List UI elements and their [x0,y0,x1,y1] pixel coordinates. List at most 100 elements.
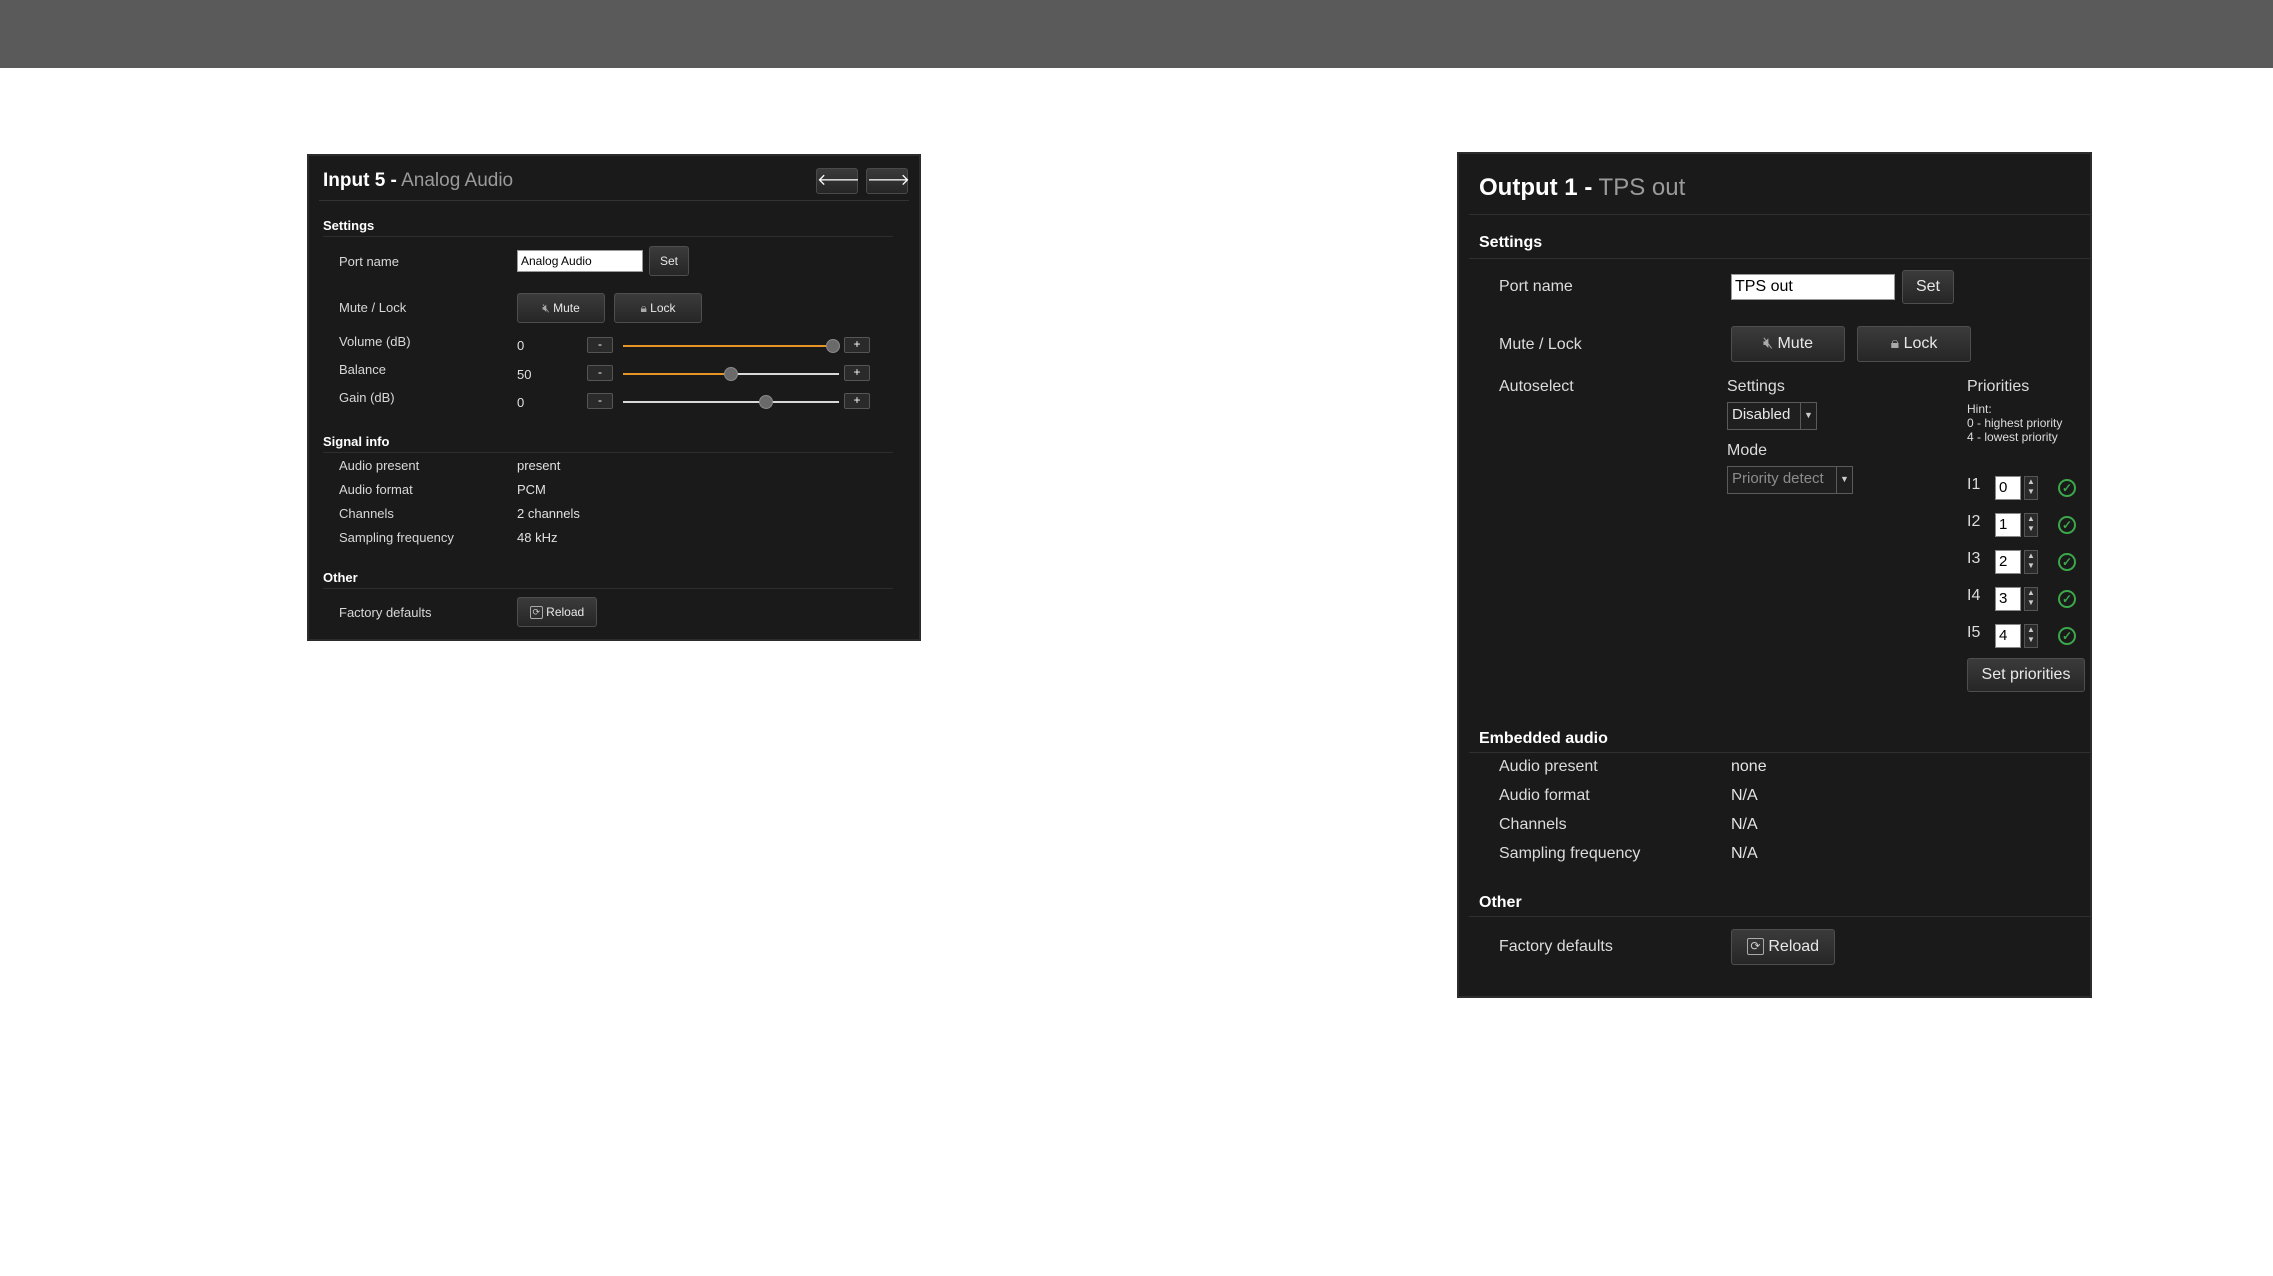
mute-lock-label: Mute / Lock [339,300,407,315]
check-circle-icon: ✓ [2058,516,2076,534]
input-panel-title: Input 5 - Analog Audio [323,170,513,192]
spinner-arrows-icon[interactable]: ▲ ▼ [2024,513,2038,537]
reload-button[interactable]: ⟳ Reload [517,597,597,627]
priority-input-i4[interactable]: 3 [1995,587,2021,611]
title-divider [1469,214,2090,215]
output-title-sub: TPS out [1598,174,1686,201]
set-port-name-button[interactable]: Set [1902,270,1954,304]
gain-knob[interactable] [759,395,773,409]
lock-button[interactable]: 🔒︎ Lock [614,293,702,323]
port-name-input[interactable] [1731,274,1895,300]
hint-title: Hint: [1967,402,1992,416]
check-circle-icon: ✓ [2058,553,2076,571]
mode-select[interactable]: Priority detect ▼ [1727,466,1853,494]
speaker-mute-icon: 🔇︎ [542,301,554,315]
port-name-label: Port name [339,254,399,269]
factory-defaults-label: Factory defaults [339,605,432,620]
gain-label: Gain (dB) [339,390,395,405]
divider [1469,258,2090,259]
priority-input-i3[interactable]: 2 [1995,550,2021,574]
settings-heading: Settings [1479,234,1543,251]
volume-decrease-button[interactable]: - [587,337,613,353]
check-circle-icon: ✓ [2058,479,2076,497]
mode-value: Priority detect [1732,470,1824,487]
audio-present-value: none [1731,758,1767,775]
autoselect-settings-label: Settings [1727,378,1785,395]
gain-track [623,401,839,403]
reload-button[interactable]: ⟳ Reload [1731,929,1835,965]
audio-format-value: PCM [517,482,546,497]
divider [323,236,893,237]
spinner-arrows-icon[interactable]: ▲ ▼ [2024,550,2038,574]
padlock-icon: 🔒︎ [640,301,651,315]
set-priorities-button[interactable]: Set priorities [1967,658,2085,692]
autoselect-settings-select[interactable]: Disabled ▼ [1727,402,1817,430]
balance-slider[interactable] [623,364,839,384]
volume-increase-button[interactable]: + [844,337,870,353]
gain-value: 0 [517,395,525,410]
channels-label: Channels [339,506,394,521]
balance-decrease-button[interactable]: - [587,365,613,381]
priority-input-label: I3 [1967,550,1981,567]
spinner-arrows-icon[interactable]: ▲ ▼ [2024,587,2038,611]
volume-knob[interactable] [826,339,840,353]
autoselect-settings-value: Disabled [1732,406,1791,423]
mute-button[interactable]: 🔇︎ Mute [517,293,605,323]
reload-button-label: Reload [1768,938,1820,955]
spinner-arrows-icon[interactable]: ▲ ▼ [2024,476,2038,500]
reload-icon: ⟳ [1746,938,1764,956]
chevron-down-icon: ▼ [1800,403,1816,429]
hint-highest: 0 - highest priority [1967,416,2063,430]
mute-button[interactable]: 🔇︎ Mute [1731,326,1845,362]
sampling-frequency-label: Sampling frequency [339,530,454,545]
port-name-label: Port name [1499,278,1573,295]
autoselect-label: Autoselect [1499,378,1574,395]
gain-increase-button[interactable]: + [844,393,870,409]
output-panel-title: Output 1 - TPS out [1479,174,1685,202]
channels-value: N/A [1731,816,1758,833]
top-bar [0,0,2273,68]
balance-knob[interactable] [724,367,738,381]
divider [1469,916,2090,917]
audio-present-value: present [517,458,561,473]
volume-slider[interactable] [623,336,840,356]
title-divider [319,200,909,201]
other-heading: Other [1479,894,1522,911]
balance-fill [623,373,731,375]
speaker-mute-icon: 🔇︎ [1762,335,1778,352]
balance-increase-button[interactable]: + [844,365,870,381]
input-title-sub: Analog Audio [401,170,514,191]
gain-slider[interactable] [623,392,839,412]
audio-format-label: Audio format [1499,787,1590,804]
arrow-right-icon: 🡒 [867,172,910,189]
arrow-left-icon: 🡐 [817,172,860,189]
mute-button-label: Mute [1777,335,1814,352]
gain-decrease-button[interactable]: - [587,393,613,409]
output-panel: Output 1 - TPS out Settings Port name Se… [1457,152,2092,998]
mute-lock-label: Mute / Lock [1499,336,1582,353]
next-input-button[interactable]: 🡒 [866,168,910,194]
divider [323,452,893,453]
priority-input-i2[interactable]: 1 [1995,513,2021,537]
factory-defaults-label: Factory defaults [1499,938,1613,955]
mute-button-label: Mute [553,301,580,315]
audio-present-label: Audio present [339,458,420,473]
embedded-audio-heading: Embedded audio [1479,730,1608,747]
divider [323,588,893,589]
divider [1469,752,2090,753]
port-name-input[interactable] [517,250,643,272]
priorities-label: Priorities [1967,378,2030,395]
padlock-icon: 🔒︎ [1890,335,1904,352]
reload-button-label: Reload [546,605,585,619]
set-port-name-button[interactable]: Set [649,246,689,276]
priority-input-i5[interactable]: 4 [1995,624,2021,648]
spinner-arrows-icon[interactable]: ▲ ▼ [2024,624,2038,648]
lock-button-label: Lock [1903,335,1938,352]
prev-input-button[interactable]: 🡐 [816,168,860,194]
hint-lowest: 4 - lowest priority [1967,430,2058,444]
priority-input-label: I2 [1967,513,1981,530]
priority-input-i1[interactable]: 0 [1995,476,2021,500]
settings-heading: Settings [323,218,375,233]
lock-button[interactable]: 🔒︎ Lock [1857,326,1971,362]
audio-present-label: Audio present [1499,758,1598,775]
